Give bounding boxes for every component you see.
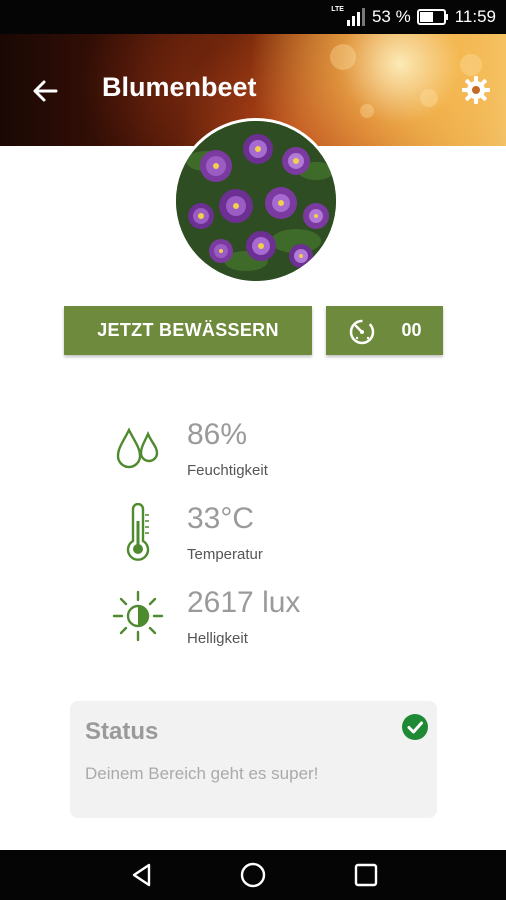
stat-temperature-value: 33°C	[187, 502, 255, 535]
system-nav-bar	[0, 850, 506, 900]
stat-temperature-label: Temperatur	[187, 546, 263, 563]
back-triangle-icon	[132, 863, 151, 887]
recents-square-icon	[354, 863, 378, 887]
water-now-button[interactable]: JETZT BEWÄSSERN	[64, 306, 312, 355]
stat-brightness: 2617 lux Helligkeit	[110, 586, 410, 656]
status-bar: LTE 53 % 11:59	[0, 0, 506, 34]
status-message: Deinem Bereich geht es super!	[85, 764, 319, 783]
gear-icon	[462, 76, 490, 104]
stat-moisture: 86% Feuchtigkeit	[110, 418, 410, 488]
pansy-flowers-image	[176, 121, 336, 281]
stat-temperature: 33°C Temperatur	[110, 502, 410, 572]
stat-moisture-value: 86%	[187, 418, 248, 451]
plant-photo	[173, 118, 339, 284]
stat-brightness-value: 2617 lux	[187, 586, 301, 619]
thermometer-icon	[126, 503, 150, 561]
check-circle-icon	[402, 714, 428, 740]
status-card: Status Deinem Bereich geht es super!	[70, 701, 437, 818]
signal-icon	[346, 8, 365, 26]
timer-value: 00	[401, 320, 422, 340]
battery-icon	[416, 9, 448, 25]
timer-icon	[350, 319, 375, 344]
page-title: Blumenbeet	[102, 72, 257, 102]
stat-moisture-label: Feuchtigkeit	[187, 462, 268, 479]
network-type: LTE	[331, 5, 344, 13]
clock: 11:59	[454, 7, 496, 26]
home-circle-icon	[240, 862, 266, 888]
nav-recents-button[interactable]	[336, 850, 396, 900]
water-drops-icon	[116, 427, 159, 469]
arrow-left-icon	[33, 80, 58, 102]
nav-home-button[interactable]	[223, 850, 283, 900]
brightness-icon	[112, 590, 164, 642]
nav-back-button[interactable]	[112, 850, 172, 900]
settings-button[interactable]	[458, 72, 494, 108]
battery-percent: 53 %	[371, 7, 411, 26]
status-title: Status	[85, 718, 159, 745]
stat-brightness-label: Helligkeit	[187, 630, 248, 647]
timer-button[interactable]: 00	[326, 306, 443, 355]
back-button[interactable]	[30, 76, 60, 106]
